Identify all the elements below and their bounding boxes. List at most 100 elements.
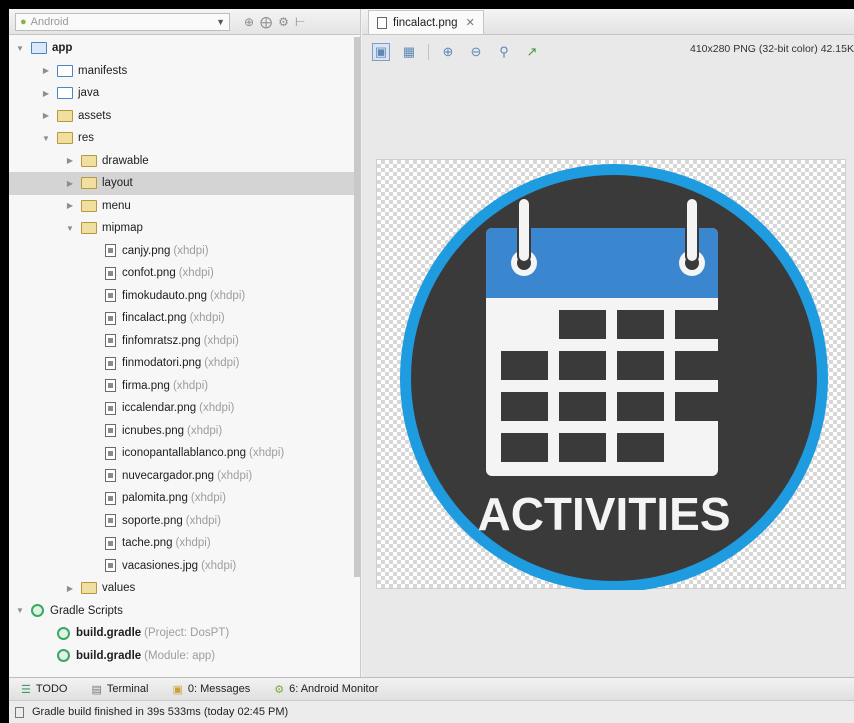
image-file-icon (105, 334, 116, 348)
image-file-icon (377, 16, 387, 29)
tree-node[interactable]: confot.png (xhdpi) (9, 262, 354, 285)
tree-node-label: firma.png (122, 379, 170, 392)
actual-size-icon[interactable]: ⚲ (495, 43, 513, 61)
hide-panel-icon[interactable]: ⊢ (295, 15, 305, 29)
messages-icon: ▣ (172, 683, 183, 696)
image-file-icon (105, 244, 116, 258)
project-panel-scrollbar[interactable] (354, 37, 360, 577)
tool-window-terminal[interactable]: ▤ Terminal (91, 683, 148, 696)
tree-node[interactable]: palomita.png (xhdpi) (9, 487, 354, 510)
tree-node[interactable]: fincalact.png (xhdpi) (9, 307, 354, 330)
expanded-arrow-icon[interactable]: ▼ (15, 606, 25, 615)
tree-node[interactable]: nuvecargador.png (xhdpi) (9, 465, 354, 488)
android-monitor-icon: ⚙ (274, 683, 285, 696)
tree-node[interactable]: ▶ assets (9, 105, 354, 128)
tree-node[interactable]: icnubes.png (xhdpi) (9, 420, 354, 443)
calendar-day-cell (559, 392, 606, 421)
folder-icon (57, 64, 73, 77)
tree-node[interactable]: ▶ values (9, 577, 354, 600)
tree-node[interactable]: ▼ Gradle Scripts (9, 600, 354, 623)
tree-node[interactable]: build.gradle (Module: app) (9, 645, 354, 668)
project-view-selector[interactable]: ● Android ▼ (15, 12, 230, 31)
tab-fincalact[interactable]: fincalact.png ✕ (368, 10, 484, 34)
tool-window-todo[interactable]: ☰ TODO (21, 683, 67, 696)
expanded-arrow-icon[interactable]: ▼ (65, 224, 75, 233)
tree-node[interactable]: ▶ layout (9, 172, 354, 195)
tree-node[interactable]: soporte.png (xhdpi) (9, 510, 354, 533)
calendar-day-cell (501, 392, 548, 421)
tree-node[interactable]: finfomratsz.png (xhdpi) (9, 330, 354, 353)
tree-node[interactable]: fimokudauto.png (xhdpi) (9, 285, 354, 308)
image-file-icon (105, 289, 116, 303)
sync-icon[interactable]: ⊕ (244, 15, 254, 29)
chessboard-toggle-icon[interactable]: ▣ (372, 43, 390, 61)
image-caption: ACTIVITIES (477, 488, 730, 540)
tool-window-label: Terminal (106, 683, 149, 695)
activities-icon-image: ACTIVITIES (400, 164, 828, 590)
calendar-day-cell (617, 351, 664, 380)
image-file-icon (105, 514, 116, 528)
tree-node[interactable]: ▼ mipmap (9, 217, 354, 240)
calendar-day-cell (617, 392, 664, 421)
tree-node-label: iconopantallablanco.png (122, 447, 247, 460)
tree-node[interactable]: ▶ java (9, 82, 354, 105)
android-icon: ● (20, 15, 27, 28)
module-folder-icon (31, 42, 47, 55)
tool-window-label: TODO (35, 683, 68, 695)
collapsed-arrow-icon[interactable]: ▶ (41, 66, 51, 75)
tree-node[interactable]: iccalendar.png (xhdpi) (9, 397, 354, 420)
collapsed-arrow-icon[interactable]: ▶ (41, 89, 51, 98)
collapsed-arrow-icon[interactable]: ▶ (65, 201, 75, 210)
expanded-arrow-icon[interactable]: ▼ (15, 44, 25, 53)
tree-node[interactable]: finmodatori.png (xhdpi) (9, 352, 354, 375)
tree-node[interactable]: canjy.png (xhdpi) (9, 240, 354, 263)
tree-node-label: build.gradle (76, 627, 142, 640)
editor-tab-bar: fincalact.png ✕ (362, 9, 854, 35)
chevron-down-icon: ▼ (216, 16, 225, 27)
image-file-icon (105, 469, 116, 483)
collapse-icon[interactable]: ⨁ (260, 15, 272, 29)
tree-node[interactable]: firma.png (xhdpi) (9, 375, 354, 398)
tree-node[interactable]: ▼ app (9, 37, 354, 60)
expanded-arrow-icon[interactable]: ▼ (41, 134, 51, 143)
resource-folder-icon (81, 222, 97, 235)
calendar-day-cell (675, 310, 722, 339)
tree-node[interactable]: vacasiones.jpg (xhdpi) (9, 555, 354, 578)
tool-window-messages[interactable]: ▣ 0: Messages (172, 683, 250, 696)
resource-folder-icon (81, 177, 97, 190)
collapsed-arrow-icon[interactable]: ▶ (65, 156, 75, 165)
collapsed-arrow-icon[interactable]: ▶ (41, 111, 51, 120)
tree-node-label: menu (102, 199, 131, 212)
tree-node[interactable]: build.gradle (Project: DosPT) (9, 622, 354, 645)
tree-node-label: manifests (78, 64, 128, 77)
status-toggle-icon[interactable] (15, 706, 24, 718)
zoom-out-icon[interactable]: ⊖ (467, 43, 485, 61)
collapsed-arrow-icon[interactable]: ▶ (65, 584, 75, 593)
toolbar-separator (428, 44, 429, 60)
grid-toggle-icon[interactable]: ▦ (400, 43, 418, 61)
calendar-day-cell (501, 433, 548, 462)
tree-node-hint: (xhdpi) (189, 312, 225, 325)
color-picker-icon[interactable]: ↗ (523, 43, 541, 61)
tree-node-label: tache.png (122, 537, 173, 550)
tree-node[interactable]: ▶ menu (9, 195, 354, 218)
tree-node[interactable]: ▶ drawable (9, 150, 354, 173)
tree-node-hint: (xhdpi) (204, 357, 240, 370)
tree-node[interactable]: ▶ manifests (9, 60, 354, 83)
tree-node-hint: (xhdpi) (175, 537, 211, 550)
tree-node[interactable]: tache.png (xhdpi) (9, 532, 354, 555)
gear-icon[interactable]: ⚙ (278, 15, 289, 29)
tree-node[interactable]: iconopantallablanco.png (xhdpi) (9, 442, 354, 465)
collapsed-arrow-icon[interactable]: ▶ (65, 179, 75, 188)
image-canvas[interactable]: ACTIVITIES (376, 159, 846, 590)
calendar-day-cell (675, 392, 722, 421)
calendar-day-cell (675, 351, 722, 380)
tool-window-android-monitor[interactable]: ⚙ 6: Android Monitor (274, 683, 378, 696)
ide-window: ● Android ▼ ⊕ ⨁ ⚙ ⊢ ▼ app ▶ manifests ▶ java ▶… (9, 9, 854, 723)
project-panel: ● Android ▼ ⊕ ⨁ ⚙ ⊢ ▼ app ▶ manifests ▶ java ▶… (9, 9, 361, 677)
tree-node-label: canjy.png (122, 244, 171, 257)
gradle-icon (31, 604, 44, 618)
zoom-in-icon[interactable]: ⊕ (439, 43, 457, 61)
close-icon[interactable]: ✕ (466, 16, 475, 29)
tree-node[interactable]: ▼ res (9, 127, 354, 150)
